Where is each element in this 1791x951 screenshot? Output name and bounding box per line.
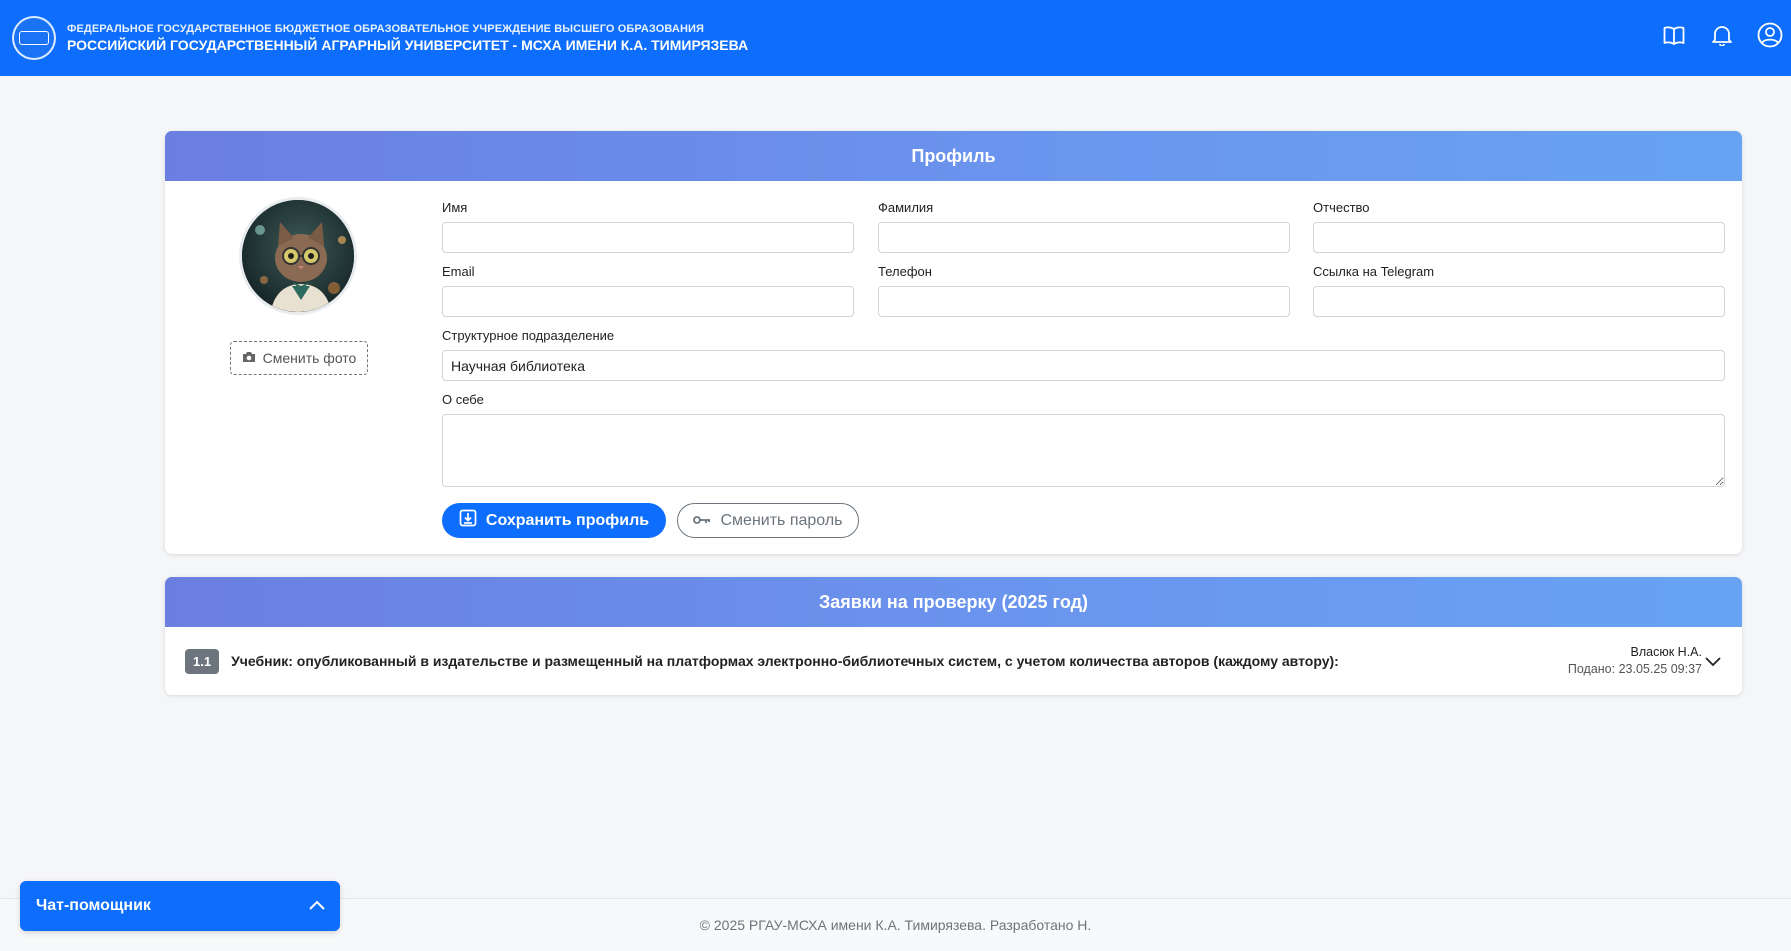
book-icon[interactable]: [1661, 22, 1687, 48]
telegram-label: Ссылка на Telegram: [1313, 264, 1435, 279]
request-submitted: Подано: 23.05.25 09:37: [1567, 661, 1702, 676]
first-name-field[interactable]: [442, 222, 854, 253]
chat-assistant-toggle[interactable]: Чат-помощник: [20, 881, 340, 931]
requests-card: Заявки на проверку (2025 год) 1.1 Учебни…: [165, 577, 1742, 695]
brand-subtitle: ФЕДЕРАЛЬНОЕ ГОСУДАРСТВЕННОЕ БЮДЖЕТНОЕ ОБ…: [67, 22, 705, 35]
requests-heading: Заявки на проверку (2025 год): [165, 577, 1742, 627]
first-name-label: Имя: [442, 200, 468, 215]
chat-label: Чат-помощник: [36, 897, 151, 914]
chevron-up-icon: [308, 898, 326, 912]
save-profile-label: Сохранить профиль: [485, 511, 650, 529]
brand-title: РОССИЙСКИЙ ГОСУДАРСТВЕННЫЙ АГРАРНЫЙ УНИВ…: [67, 36, 749, 53]
phone-label: Телефон: [878, 264, 932, 279]
change-password-button[interactable]: Сменить пароль: [677, 503, 859, 538]
request-title: Учебник: опубликованный в издательстве и…: [231, 653, 1339, 669]
avatar: [239, 197, 357, 315]
request-author: Власюк Н.А.: [1630, 645, 1702, 659]
save-profile-button[interactable]: Сохранить профиль: [442, 503, 666, 538]
last-name-field[interactable]: [878, 222, 1290, 253]
key-icon: [693, 512, 711, 530]
brand[interactable]: ФЕДЕРАЛЬНОЕ ГОСУДАРСТВЕННОЕ БЮДЖЕТНОЕ ОБ…: [67, 23, 748, 54]
telegram-field[interactable]: [1313, 286, 1725, 317]
camera-icon: [242, 350, 256, 366]
patronymic-label: Отчество: [1313, 200, 1370, 215]
about-textarea[interactable]: [442, 414, 1725, 487]
chevron-down-icon[interactable]: [1704, 654, 1722, 668]
user-circle-icon[interactable]: [1757, 22, 1783, 48]
change-password-label: Сменить пароль: [720, 511, 843, 529]
bell-icon[interactable]: [1709, 22, 1735, 48]
last-name-label: Фамилия: [878, 200, 934, 215]
about-label: О себе: [442, 392, 484, 407]
request-number-badge: 1.1: [185, 648, 220, 674]
save-icon: [459, 509, 477, 532]
profile-card: Профиль Сменить фото Имя Фамилия Отчеств…: [165, 131, 1742, 554]
university-logo[interactable]: [12, 16, 56, 60]
change-photo-button[interactable]: Сменить фото: [230, 341, 368, 375]
change-photo-label: Сменить фото: [262, 350, 357, 366]
patronymic-field[interactable]: [1313, 222, 1725, 253]
footer-text: © 2025 РГАУ-МСХА имени К.А. Тимирязева. …: [699, 917, 1092, 933]
request-meta: Власюк Н.А. Подано: 23.05.25 09:37: [1568, 644, 1702, 678]
top-navbar: ФЕДЕРАЛЬНОЕ ГОСУДАРСТВЕННОЕ БЮДЖЕТНОЕ ОБ…: [0, 0, 1791, 76]
email-label: Email: [442, 264, 475, 279]
department-field[interactable]: [442, 350, 1725, 381]
phone-field[interactable]: [878, 286, 1290, 317]
top-icons: [1661, 22, 1783, 48]
profile-heading: Профиль: [165, 131, 1742, 181]
request-item[interactable]: 1.1 Учебник: опубликованный в издательст…: [165, 627, 1742, 695]
department-label: Структурное подразделение: [442, 328, 615, 343]
email-field[interactable]: [442, 286, 854, 317]
